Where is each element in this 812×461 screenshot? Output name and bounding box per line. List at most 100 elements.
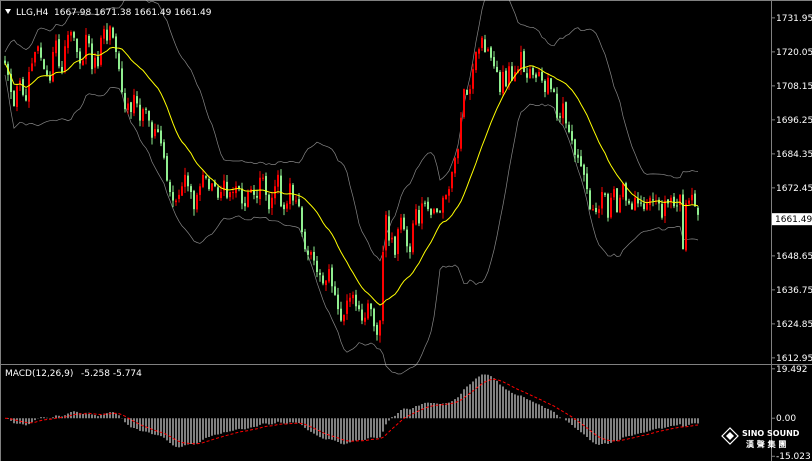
price-tick-label: 1720.05 (776, 48, 812, 58)
candle-body (322, 275, 324, 284)
logo-line-2: 漢 聲 集 團 (746, 439, 786, 449)
candle-body (589, 190, 591, 210)
candle-body (76, 38, 78, 52)
candle-body (352, 294, 354, 299)
candle-body (280, 175, 282, 207)
candle-body (256, 195, 258, 198)
candle-body (121, 68, 123, 92)
candle-body (310, 252, 312, 255)
candle-body (697, 207, 699, 215)
candle-body (337, 294, 339, 310)
candle-body (358, 305, 360, 310)
candle-body (505, 70, 507, 87)
candle-body (316, 260, 318, 272)
candle-body (553, 89, 555, 92)
candle-body (124, 93, 126, 110)
candle-body (508, 66, 510, 86)
candle-body (640, 202, 642, 204)
candle-body (604, 193, 606, 195)
candle-body (13, 90, 15, 107)
candle-body (103, 29, 105, 39)
candle-body (109, 26, 111, 41)
candle-body (22, 79, 24, 95)
price-tick-label: 1624.85 (776, 320, 812, 330)
candle-body (397, 229, 399, 255)
candle-body (307, 250, 309, 255)
candle-body (598, 209, 600, 213)
candle-body (46, 70, 48, 75)
candle-body (469, 89, 471, 94)
macd-tick-label: 19.492 (776, 365, 808, 375)
candle-body (364, 317, 366, 322)
candle-body (202, 174, 204, 187)
candle-body (247, 192, 249, 207)
candle-body (133, 94, 135, 114)
candle-body (346, 300, 348, 314)
candle-body (571, 131, 573, 141)
candle-body (421, 203, 423, 224)
candle-body (694, 193, 696, 207)
candle-body (622, 183, 624, 198)
candle-body (361, 309, 363, 321)
candle-body (262, 177, 264, 179)
candle-body (550, 78, 552, 90)
candle-body (100, 37, 102, 65)
chart-window[interactable]: 1731.95 1720.05 1708.15 1696.25 1684.35 1672.… (0, 0, 812, 461)
candle-body (331, 267, 333, 287)
candle-body (232, 192, 234, 193)
candle-body (172, 192, 174, 201)
candle-body (448, 189, 450, 196)
candle-body (676, 205, 678, 207)
candle-body (166, 156, 168, 181)
candle-body (466, 89, 468, 95)
candle-body (325, 280, 327, 286)
candle-body (184, 174, 186, 187)
candle-body (106, 29, 108, 41)
candle-body (400, 217, 402, 230)
candle-body (112, 27, 114, 38)
candle-body (544, 80, 546, 92)
candle-body (370, 303, 372, 310)
candle-body (127, 103, 129, 111)
candle-body (208, 178, 210, 190)
candle-body (487, 49, 489, 52)
candle-body (451, 172, 453, 189)
candle-body (565, 102, 567, 124)
candle-body (343, 314, 345, 322)
candle-body (88, 35, 90, 44)
candle-body (58, 39, 60, 67)
candle-body (472, 69, 474, 89)
candle-body (601, 192, 603, 209)
candle-body (532, 68, 534, 75)
candle-body (490, 47, 492, 58)
candle-body (673, 196, 675, 207)
candle-body (583, 164, 585, 175)
candle-body (142, 109, 144, 121)
candle-body (61, 66, 63, 72)
candle-body (628, 200, 630, 204)
candle-body (592, 209, 594, 211)
candle-body (319, 272, 321, 275)
logo-line-1: SINO SOUND (742, 429, 800, 438)
candle-body (205, 176, 207, 178)
candle-body (220, 192, 222, 199)
candle-body (547, 77, 549, 94)
candle-body (649, 197, 651, 205)
candle-body (241, 188, 243, 204)
candle-body (394, 236, 396, 255)
candle-body (277, 174, 279, 187)
candle-body (418, 210, 420, 224)
candle-body (145, 108, 147, 110)
candle-body (646, 203, 648, 210)
candle-body (139, 104, 141, 121)
candle-body (652, 199, 654, 201)
candle-body (151, 122, 153, 138)
price-tick-label: 1684.35 (776, 150, 812, 160)
candle-body (187, 175, 189, 187)
candle-body (682, 194, 684, 250)
candle-body (340, 308, 342, 321)
candle-body (526, 73, 528, 78)
candle-body (115, 36, 117, 52)
candle-body (577, 154, 579, 158)
candle-body (385, 214, 387, 251)
